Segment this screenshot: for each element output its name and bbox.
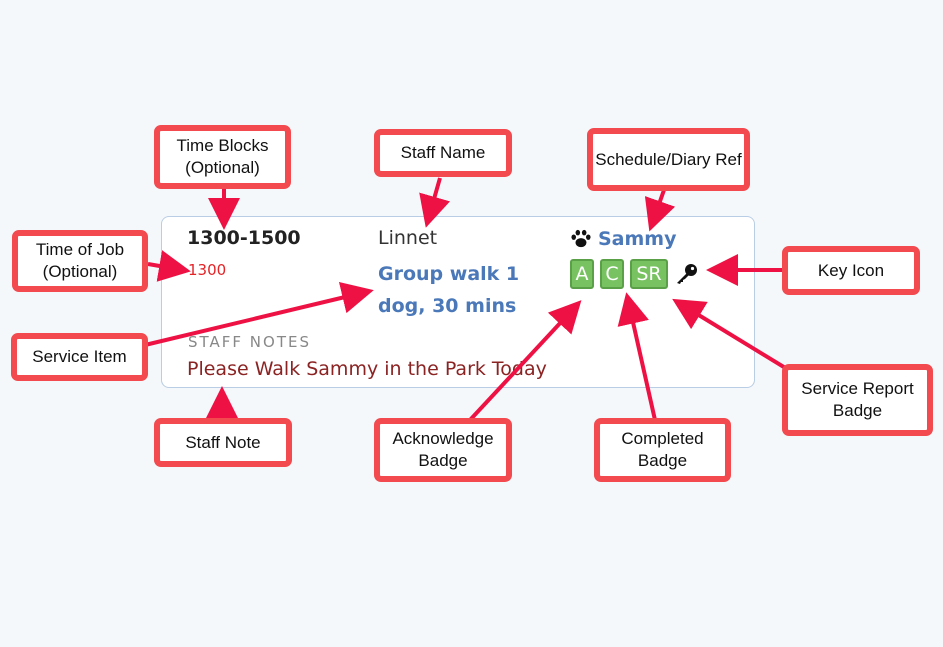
arrow-schedule-ref (644, 189, 676, 232)
arrow-service-item (144, 282, 374, 347)
callout-completed-badge: Completed Badge (594, 418, 731, 482)
callout-staff-note: Staff Note (154, 418, 292, 467)
callout-service-report-badge: Service Report Badge (782, 364, 933, 436)
arrow-service-report (672, 298, 794, 374)
callout-schedule-ref: Schedule/Diary Ref (587, 128, 750, 191)
callout-time-blocks: Time Blocks (Optional) (154, 125, 291, 189)
callout-time-of-job: Time of Job (Optional) (12, 230, 148, 292)
callout-staff-name: Staff Name (374, 129, 512, 177)
arrow-staff-name (419, 177, 450, 228)
callout-key-icon: Key Icon (782, 246, 920, 295)
callout-acknowledge-badge: Acknowledge Badge (374, 418, 512, 482)
callout-service-item: Service Item (11, 333, 148, 381)
arrow-completed (617, 292, 657, 421)
arrow-time-of-job (147, 250, 191, 282)
arrow-acknowledge (468, 300, 582, 422)
arrows-layer (144, 177, 794, 422)
